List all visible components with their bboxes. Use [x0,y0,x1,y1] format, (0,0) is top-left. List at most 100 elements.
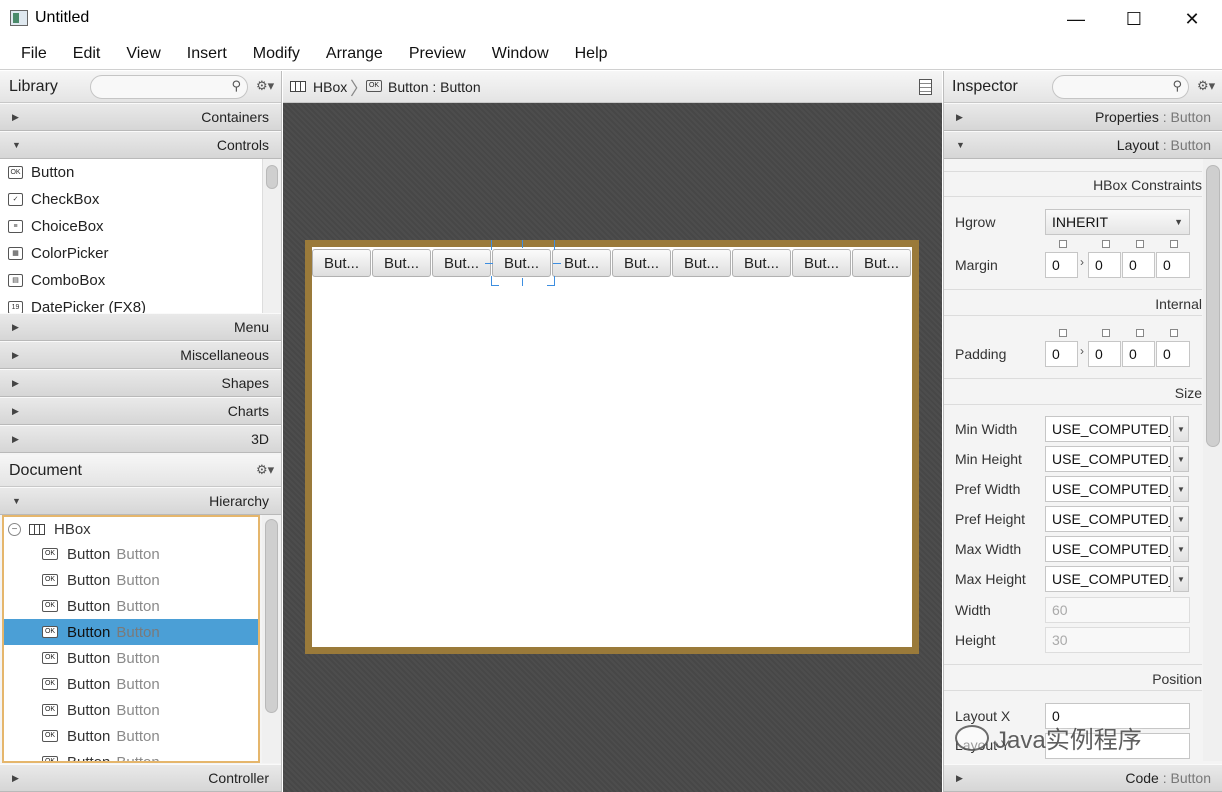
padding-left-field[interactable]: 0 [1156,341,1190,367]
hierarchy-scrollbar[interactable] [262,515,281,763]
chevron-down-icon[interactable]: ▼ [1173,536,1189,562]
menu-window[interactable]: Window [479,38,562,69]
link-toggle-icon[interactable] [1102,240,1110,248]
menu-insert[interactable]: Insert [174,38,240,69]
margin-right-field[interactable]: 0 [1088,252,1121,278]
size-field[interactable]: USE_COMPUTED_SIZE [1045,536,1171,562]
size-field[interactable]: USE_COMPUTED_SIZE [1045,446,1171,472]
menu-file[interactable]: File [8,38,60,69]
padding-top-field[interactable]: 0 [1045,341,1078,367]
library-gear-icon[interactable]: ⚙▾ [256,78,274,94]
section-shapes[interactable]: ▶ Shapes [0,369,281,397]
canvas-button[interactable]: But... [372,249,431,277]
canvas-button[interactable]: But... [612,249,671,277]
breadcrumb-hbox[interactable]: HBox [313,79,347,95]
link-toggle-icon[interactable] [1136,240,1144,248]
tree-row-type: Button [67,571,111,589]
size-field[interactable]: USE_COMPUTED_SIZE [1045,476,1171,502]
close-button[interactable]: ✕ [1164,0,1220,38]
chevron-down-icon[interactable]: ▼ [1173,476,1189,502]
section-3d[interactable]: ▶ 3D [0,425,281,453]
tree-row-type: Button [67,675,111,693]
section-miscellaneous[interactable]: ▶ Miscellaneous [0,341,281,369]
tree-row-button[interactable]: OK Button Button [4,697,258,723]
link-toggle-icon[interactable] [1170,240,1178,248]
collapse-toggle-icon[interactable]: − [8,522,21,536]
canvas-button[interactable]: But... [792,249,851,277]
tree-row-button[interactable]: OK Button Button [4,723,258,749]
canvas-button[interactable]: But... [732,249,791,277]
library-item-datepicker[interactable]: 19 DatePicker (FX8) [0,294,262,313]
choicebox-icon: ≡ [8,220,23,233]
section-code[interactable]: ▶ Code : Button [944,764,1222,792]
tree-row-button[interactable]: OK Button Button [4,567,258,593]
tree-row-hbox[interactable]: − HBox [4,517,258,541]
size-field[interactable]: USE_COMPUTED_SIZE [1045,566,1171,592]
scrollbar-thumb[interactable] [1206,165,1220,447]
padding-right-field[interactable]: 0 [1088,341,1121,367]
document-header: Document ⚙▾ [0,455,281,487]
hgrow-select[interactable]: INHERIT ▼ [1045,209,1190,235]
section-hierarchy[interactable]: ▼ Hierarchy [0,487,281,515]
tree-row-button[interactable]: OK Button Button [4,619,258,645]
library-item-checkbox[interactable]: ✓ CheckBox [0,186,262,213]
scrollbar-thumb[interactable] [265,519,278,713]
maximize-button[interactable]: ☐ [1106,0,1162,38]
library-item-button[interactable]: OK Button [0,159,262,186]
section-layout[interactable]: ▼ Layout : Button [944,131,1222,159]
size-field[interactable]: USE_COMPUTED_SIZE [1045,506,1171,532]
margin-bottom-field[interactable]: 0 [1122,252,1155,278]
size-field[interactable]: USE_COMPUTED_SIZE [1045,416,1171,442]
document-icon[interactable] [919,79,932,95]
canvas-button[interactable]: But... [312,249,371,277]
chevron-down-icon[interactable]: ▼ [1173,566,1189,592]
collapse-arrow-icon: ▼ [12,140,21,150]
tree-row-button[interactable]: OK Button Button [4,645,258,671]
section-menu[interactable]: ▶ Menu [0,313,281,341]
menu-edit[interactable]: Edit [60,38,114,69]
tree-row-button[interactable]: OK Button Button [4,749,258,761]
padding-bottom-field[interactable]: 0 [1122,341,1155,367]
tree-row-button[interactable]: OK Button Button [4,671,258,697]
section-controller[interactable]: ▶ Controller [0,764,281,792]
inspector-search-input[interactable]: ⚲ [1052,75,1189,99]
inspector-gear-icon[interactable]: ⚙▾ [1197,78,1215,94]
section-containers[interactable]: ▶ Containers [0,103,281,131]
chevron-down-icon[interactable]: ▼ [1173,416,1189,442]
section-properties[interactable]: ▶ Properties : Button [944,103,1222,131]
menu-arrange[interactable]: Arrange [313,38,396,69]
chevron-down-icon[interactable]: ▼ [1173,506,1189,532]
button-icon: OK [42,678,58,690]
canvas-button[interactable]: But... [432,249,491,277]
menu-modify[interactable]: Modify [240,38,313,69]
document-gear-icon[interactable]: ⚙▾ [256,462,274,478]
minimize-button[interactable]: — [1048,0,1104,38]
section-controls[interactable]: ▼ Controls [0,131,281,159]
margin-top-field[interactable]: 0 [1045,252,1078,278]
link-toggle-icon[interactable] [1059,329,1067,337]
link-toggle-icon[interactable] [1102,329,1110,337]
controls-scrollbar[interactable] [262,159,281,313]
margin-left-field[interactable]: 0 [1156,252,1190,278]
section-charts[interactable]: ▶ Charts [0,397,281,425]
library-item-choicebox[interactable]: ≡ ChoiceBox [0,213,262,240]
link-toggle-icon[interactable] [1136,329,1144,337]
tree-row-button[interactable]: OK Button Button [4,541,258,567]
scrollbar-thumb[interactable] [266,165,278,189]
library-search-input[interactable]: ⚲ [90,75,248,99]
hbox-container[interactable] [305,240,919,654]
library-item-combobox[interactable]: ▤ ComboBox [0,267,262,294]
link-toggle-icon[interactable] [1059,240,1067,248]
chevron-down-icon[interactable]: ▼ [1173,446,1189,472]
inspector-scrollbar[interactable] [1203,159,1222,761]
link-toggle-icon[interactable] [1170,329,1178,337]
menu-preview[interactable]: Preview [396,38,479,69]
canvas-button[interactable]: But... [852,249,911,277]
tree-row-button[interactable]: OK Button Button [4,593,258,619]
canvas-button[interactable]: But... [672,249,731,277]
menu-help[interactable]: Help [562,38,621,69]
library-item-colorpicker[interactable]: ▦ ColorPicker [0,240,262,267]
collapse-arrow-icon: ▼ [956,140,965,150]
menu-view[interactable]: View [113,38,173,69]
breadcrumb-button[interactable]: Button : Button [388,79,481,95]
